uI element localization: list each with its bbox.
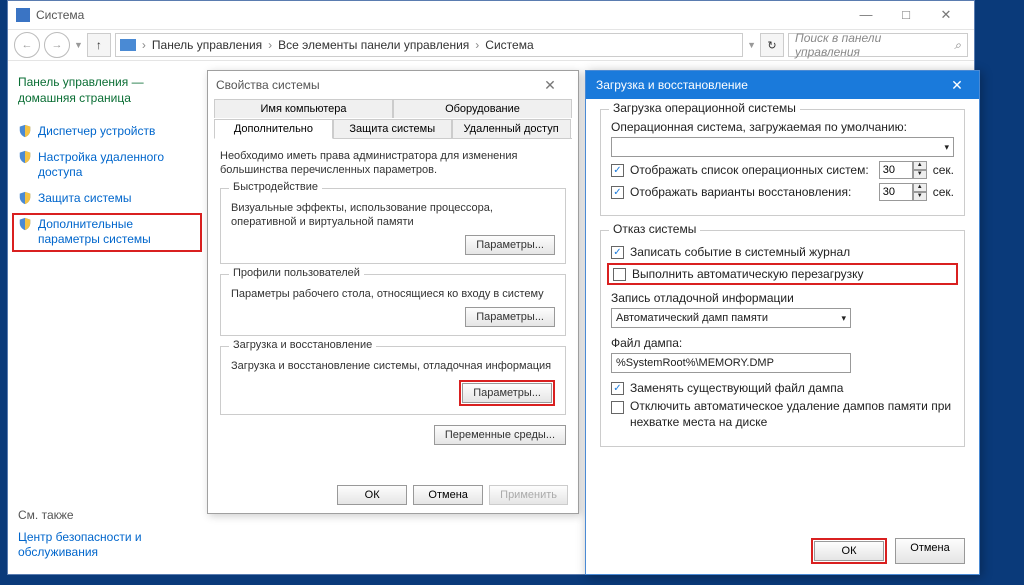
overwrite-dump-checkbox[interactable]: ✓ — [611, 382, 624, 395]
sidebar-remote-settings[interactable]: Настройка удаленного доступа — [18, 150, 196, 181]
back-button[interactable]: ← — [14, 32, 40, 58]
close-button[interactable]: ✕ — [530, 77, 570, 94]
apply-button[interactable]: Применить — [489, 485, 568, 505]
user-profiles-group: Профили пользователей Параметры рабочего… — [220, 274, 566, 336]
shield-icon — [18, 217, 32, 231]
minimize-button[interactable]: — — [846, 5, 886, 25]
cp-toolbar: ← → ▼ ↑ › Панель управления › Все элемен… — [8, 29, 974, 61]
shield-icon — [18, 150, 32, 164]
tab-remote[interactable]: Удаленный доступ — [452, 119, 571, 139]
startup-recovery-dialog: Загрузка и восстановление ✕ Загрузка опе… — [585, 70, 980, 575]
tab-advanced[interactable]: Дополнительно — [214, 119, 333, 139]
startup-recovery-group: Загрузка и восстановление Загрузка и вос… — [220, 346, 566, 414]
cp-titlebar: Система — □ ✕ — [8, 1, 974, 29]
forward-button[interactable]: → — [44, 32, 70, 58]
breadcrumb-3[interactable]: Система — [485, 38, 533, 52]
search-input[interactable]: Поиск в панели управления ⌕ — [788, 33, 968, 57]
cancel-button[interactable]: Отмена — [413, 485, 483, 505]
profiles-settings-button[interactable]: Параметры... — [465, 307, 555, 327]
system-failure-group: Отказ системы ✓ Записать событие в систе… — [600, 230, 965, 447]
system-properties-dialog: Свойства системы ✕ Имя компьютера Оборуд… — [207, 70, 579, 514]
chevron-down-icon: ▾ — [944, 142, 949, 153]
ok-button[interactable]: ОК — [337, 485, 407, 505]
sp-tabs: Имя компьютера Оборудование Дополнительн… — [214, 99, 572, 139]
up-button[interactable]: ↑ — [87, 33, 111, 57]
os-list-seconds-spinner[interactable]: ▲▼ — [879, 161, 927, 179]
system-startup-group: Загрузка операционной системы Операционн… — [600, 109, 965, 216]
dump-file-input[interactable]: %SystemRoot%\MEMORY.DMP — [611, 353, 851, 373]
startup-settings-button[interactable]: Параметры... — [462, 383, 552, 403]
environment-variables-button[interactable]: Переменные среды... — [434, 425, 566, 445]
debug-info-label: Запись отладочной информации — [611, 291, 954, 305]
breadcrumb-1[interactable]: Панель управления — [152, 38, 262, 52]
sidebar-advanced-settings[interactable]: Дополнительные параметры системы — [18, 217, 196, 248]
breadcrumb-2[interactable]: Все элементы панели управления — [278, 38, 469, 52]
shield-icon — [18, 191, 32, 205]
maximize-button[interactable]: □ — [886, 5, 926, 25]
recovery-seconds-spinner[interactable]: ▲▼ — [879, 183, 927, 201]
sidebar-device-manager[interactable]: Диспетчер устройств — [18, 124, 196, 140]
see-also-heading: См. также — [18, 508, 196, 522]
close-button[interactable]: ✕ — [926, 5, 966, 25]
sidebar-system-protection[interactable]: Защита системы — [18, 191, 196, 207]
default-os-select[interactable]: ▾ — [611, 137, 954, 157]
performance-settings-button[interactable]: Параметры... — [465, 235, 555, 255]
system-icon — [16, 8, 30, 22]
control-panel-home-link[interactable]: Панель управления — домашняя страница — [18, 75, 196, 106]
search-icon: ⌕ — [954, 38, 961, 53]
shield-icon — [18, 124, 32, 138]
performance-group: Быстродействие Визуальные эффекты, испол… — [220, 188, 566, 265]
sp-titlebar: Свойства системы ✕ — [208, 71, 578, 99]
computer-icon — [120, 39, 136, 51]
debug-info-select[interactable]: Автоматический дамп памяти▾ — [611, 308, 851, 328]
cp-sidebar: Панель управления — домашняя страница Ди… — [8, 61, 206, 574]
tab-computer-name[interactable]: Имя компьютера — [214, 99, 393, 118]
ok-button[interactable]: ОК — [814, 541, 884, 561]
tab-system-protection[interactable]: Защита системы — [333, 119, 452, 139]
cp-title-text: Система — [36, 8, 84, 22]
log-event-checkbox[interactable]: ✓ — [611, 246, 624, 259]
default-os-label: Операционная система, загружаемая по умо… — [611, 120, 954, 134]
search-placeholder: Поиск в панели управления — [795, 31, 946, 59]
sr-titlebar: Загрузка и восстановление ✕ — [586, 71, 979, 99]
sr-title-text: Загрузка и восстановление — [596, 78, 748, 92]
refresh-button[interactable]: ↻ — [760, 33, 784, 57]
close-button[interactable]: ✕ — [935, 71, 979, 99]
admin-note: Необходимо иметь права администратора дл… — [220, 149, 566, 178]
sp-title-text: Свойства системы — [216, 78, 320, 92]
address-bar[interactable]: › Панель управления › Все элементы панел… — [115, 33, 743, 57]
cancel-button[interactable]: Отмена — [895, 538, 965, 564]
show-os-list-checkbox[interactable]: ✓ — [611, 164, 624, 177]
auto-restart-checkbox[interactable] — [613, 268, 626, 281]
dump-file-label: Файл дампа: — [611, 336, 954, 350]
security-maintenance-link[interactable]: Центр безопасности и обслуживания — [18, 530, 196, 561]
chevron-down-icon: ▾ — [841, 313, 846, 324]
show-recovery-checkbox[interactable]: ✓ — [611, 186, 624, 199]
disable-auto-delete-checkbox[interactable] — [611, 401, 624, 414]
tab-hardware[interactable]: Оборудование — [393, 99, 572, 118]
